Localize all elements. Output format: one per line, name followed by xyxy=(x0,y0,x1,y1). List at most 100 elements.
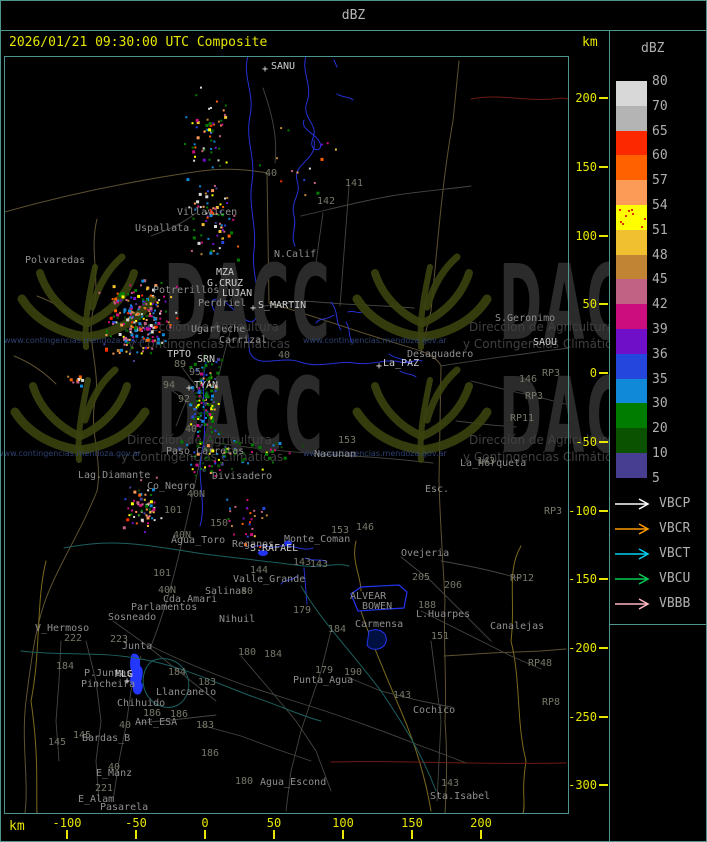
map-road-label: 183 xyxy=(196,720,214,731)
haxis-tick xyxy=(135,830,137,839)
map-road-label: RP11 xyxy=(510,413,534,424)
map-station-label: TYAN xyxy=(194,380,218,391)
haxis-tick xyxy=(411,830,413,839)
watermark-url: www.contingencias.mendoza.gov.ar xyxy=(1,449,141,458)
station-cross-marker: + xyxy=(262,64,268,75)
legend-item-label: VBCP xyxy=(659,496,691,511)
map-station-label: MZA xyxy=(216,267,234,278)
map-place-label: Polvaredas xyxy=(25,255,85,266)
map-road-label: 205 xyxy=(412,572,430,583)
map-road-label: 222 xyxy=(64,633,82,644)
colorbar-tick-label: 65 xyxy=(652,123,668,139)
map-place-label: Punta_Agua xyxy=(293,675,353,686)
vaxis-label: 100 xyxy=(575,229,597,243)
vaxis-label: 200 xyxy=(575,91,597,105)
map-place-label: Junta xyxy=(122,641,152,652)
colorbar-tick-label: 35 xyxy=(652,371,668,387)
colorbar-block xyxy=(616,453,647,479)
colorbar-title: dBZ xyxy=(641,41,665,56)
colorbar-speckle xyxy=(624,215,627,218)
station-cross-marker: + xyxy=(186,383,192,394)
map-road-label: 80 xyxy=(241,586,253,597)
map-road-label: 101 xyxy=(164,505,182,516)
vaxis-label: 150 xyxy=(575,160,597,174)
dacc-leaf-icon xyxy=(36,269,90,327)
haxis-tick xyxy=(273,830,275,839)
colorbar-tick-label: 60 xyxy=(652,148,668,164)
map-road-label: RP8 xyxy=(542,697,560,708)
vaxis-tick xyxy=(599,441,608,443)
colorbar-speckle xyxy=(619,209,622,212)
colorbar-tick-label: 48 xyxy=(652,247,668,263)
colorbar-tick-label: 10 xyxy=(652,446,668,461)
map-place-label: Potrerillos xyxy=(153,285,219,296)
map-place-label: Bardas_B xyxy=(82,733,130,744)
colorbar-speckle xyxy=(630,208,633,211)
vaxis-label: -300 xyxy=(568,778,597,792)
colorbar-block xyxy=(616,81,647,107)
vaxis-tick xyxy=(599,647,608,649)
map-road-label: 145 xyxy=(48,737,66,748)
map-road-label: 186 xyxy=(201,748,219,759)
map-place-label: S.Geronimo xyxy=(495,313,555,324)
map-place-label: Llancanelo xyxy=(156,687,216,698)
map-place-label: BOWEN xyxy=(362,601,392,612)
map-road-label: RP3 xyxy=(525,391,543,402)
colorbar-tick-label: 39 xyxy=(652,322,668,337)
map-road-label: 40 xyxy=(265,168,277,179)
colorbar-speckle xyxy=(622,223,625,226)
map-road-label: 143 xyxy=(393,690,411,701)
vaxis-label: 0 xyxy=(589,366,597,380)
vaxis-tick xyxy=(599,303,608,305)
horizontal-axis-unit: km xyxy=(9,819,25,834)
colorbar-block xyxy=(616,254,647,280)
colorbar-tick-label: 36 xyxy=(652,346,668,362)
colorbar-tick-label: 5 xyxy=(652,470,660,486)
map-road-label: 153 xyxy=(338,435,356,446)
colorbar-tick-label: 45 xyxy=(652,272,668,288)
haxis-label: 200 xyxy=(470,816,492,830)
legend-item-label: VBCR xyxy=(659,521,691,536)
colorbar-tick-label: 30 xyxy=(652,396,668,412)
colorbar-block xyxy=(616,180,647,206)
haxis-tick xyxy=(342,830,344,839)
map-road-label: 151 xyxy=(431,631,449,642)
map-road-label: RP12 xyxy=(510,573,534,584)
map-place-label: Canalejas xyxy=(490,621,544,632)
map-road-label: 143 xyxy=(293,557,311,568)
map-place-label: Ant_ESA xyxy=(135,717,177,728)
map-place-label: Nihuil xyxy=(219,614,255,625)
colorbar-block xyxy=(616,155,647,181)
map-road-label: 40 xyxy=(185,424,197,435)
map-road-label: 180 xyxy=(235,776,253,787)
map-place-label: Nacunan xyxy=(314,449,356,460)
vaxis-tick xyxy=(599,97,608,99)
haxis-label: -50 xyxy=(125,816,147,830)
map-place-label: Villavicen xyxy=(177,207,237,218)
colorbar-tick-label: 80 xyxy=(652,74,668,89)
map-road-label: 143 xyxy=(441,778,459,789)
dacc-watermark-layer: DACCDirección de Agriculturay Contingenc… xyxy=(1,244,609,477)
radar-composite-window: dBZ 2026/01/21 09:30:00 UTC Composite km xyxy=(0,0,707,842)
map-road-label: 206 xyxy=(444,580,462,591)
colorbar-tick-label: 54 xyxy=(652,198,668,213)
colorbar-block xyxy=(616,378,647,404)
dacc-leaf-icon xyxy=(371,269,425,327)
map-road-label: 92 xyxy=(178,394,190,405)
map-place-label: Ugarteche xyxy=(191,324,245,335)
map-place-label: Desaguadero xyxy=(407,349,473,360)
haxis-label: 150 xyxy=(401,816,423,830)
legend-item-label: VBBB xyxy=(659,596,691,611)
map-road-label: RP48 xyxy=(528,658,552,669)
haxis-label: 100 xyxy=(332,816,354,830)
vaxis-label: -100 xyxy=(568,504,597,518)
radar-map: DACCDirección de Agriculturay Contingenc… xyxy=(1,49,609,814)
map-place-label: Pasarela xyxy=(100,802,148,813)
map-road-label: 184 xyxy=(168,667,186,678)
map-place-label: Carmensa xyxy=(355,619,403,630)
colorbar-block xyxy=(616,329,647,355)
map-place-label: E_Manz xyxy=(96,768,132,779)
vaxis-label: -250 xyxy=(568,710,597,724)
map-place-label: Ullun xyxy=(239,49,269,60)
colorbar-tick-label: 51 xyxy=(652,222,668,238)
